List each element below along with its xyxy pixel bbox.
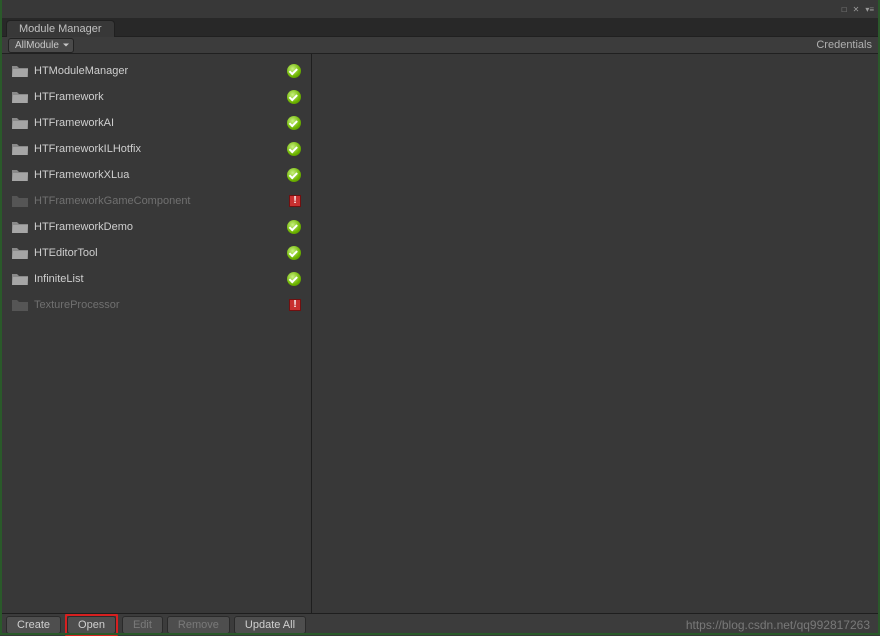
module-row[interactable]: HTFramework (0, 84, 311, 110)
status-error-icon: ! (289, 299, 301, 311)
create-button[interactable]: Create (6, 616, 61, 634)
module-label: HTFrameworkAI (34, 117, 287, 129)
window-dock-icon[interactable]: □ (842, 5, 847, 14)
tab-module-manager[interactable]: Module Manager (6, 20, 115, 37)
folder-icon (12, 299, 28, 311)
status-ok-icon (287, 116, 301, 130)
folder-icon (12, 65, 28, 77)
module-row[interactable]: TextureProcessor! (0, 292, 311, 318)
folder-icon (12, 195, 28, 207)
status-ok-icon (287, 272, 301, 286)
main-area: HTModuleManager HTFramework HTFrameworkAI H… (0, 54, 880, 613)
module-label: HTFrameworkDemo (34, 221, 287, 233)
module-row[interactable]: HTFrameworkDemo (0, 214, 311, 240)
footer: Create Open Edit Remove Update All (0, 613, 880, 635)
module-label: HTFramework (34, 91, 287, 103)
folder-icon (12, 247, 28, 259)
folder-icon (12, 273, 28, 285)
titlebar: □ ✕ ▾≡ (0, 0, 880, 18)
open-button-highlight: Open (65, 614, 118, 636)
status-ok-icon (287, 64, 301, 78)
module-label: HTFrameworkXLua (34, 169, 287, 181)
edit-button[interactable]: Edit (122, 616, 163, 634)
remove-button[interactable]: Remove (167, 616, 230, 634)
status-ok-icon (287, 168, 301, 182)
module-row[interactable]: HTFrameworkAI (0, 110, 311, 136)
credentials-link[interactable]: Credentials (816, 39, 872, 51)
status-ok-icon (287, 220, 301, 234)
folder-icon (12, 91, 28, 103)
tab-label: Module Manager (19, 23, 102, 35)
filter-dropdown[interactable]: AllModule (8, 38, 74, 53)
status-ok-icon (287, 246, 301, 260)
module-row[interactable]: HTFrameworkGameComponent! (0, 188, 311, 214)
folder-icon (12, 221, 28, 233)
module-row[interactable]: HTFrameworkXLua (0, 162, 311, 188)
module-label: HTEditorTool (34, 247, 287, 259)
module-label: HTFrameworkGameComponent (34, 195, 289, 207)
module-label: TextureProcessor (34, 299, 289, 311)
module-label: HTFrameworkILHotfix (34, 143, 287, 155)
window-close-icon[interactable]: ✕ (853, 5, 860, 14)
detail-pane (312, 54, 880, 613)
update-all-button[interactable]: Update All (234, 616, 306, 634)
folder-icon (12, 117, 28, 129)
folder-icon (12, 143, 28, 155)
module-label: InfiniteList (34, 273, 287, 285)
module-list: HTModuleManager HTFramework HTFrameworkAI H… (0, 54, 312, 613)
window-menu-icon[interactable]: ▾≡ (865, 5, 874, 14)
module-row[interactable]: InfiniteList (0, 266, 311, 292)
status-ok-icon (287, 90, 301, 104)
module-row[interactable]: HTEditorTool (0, 240, 311, 266)
open-button[interactable]: Open (67, 616, 116, 634)
folder-icon (12, 169, 28, 181)
status-error-icon: ! (289, 195, 301, 207)
module-row[interactable]: HTModuleManager (0, 58, 311, 84)
toolbar: AllModule Credentials (0, 36, 880, 54)
status-ok-icon (287, 142, 301, 156)
tab-bar: Module Manager (0, 18, 880, 36)
module-label: HTModuleManager (34, 65, 287, 77)
module-row[interactable]: HTFrameworkILHotfix (0, 136, 311, 162)
filter-dropdown-label: AllModule (15, 40, 59, 51)
